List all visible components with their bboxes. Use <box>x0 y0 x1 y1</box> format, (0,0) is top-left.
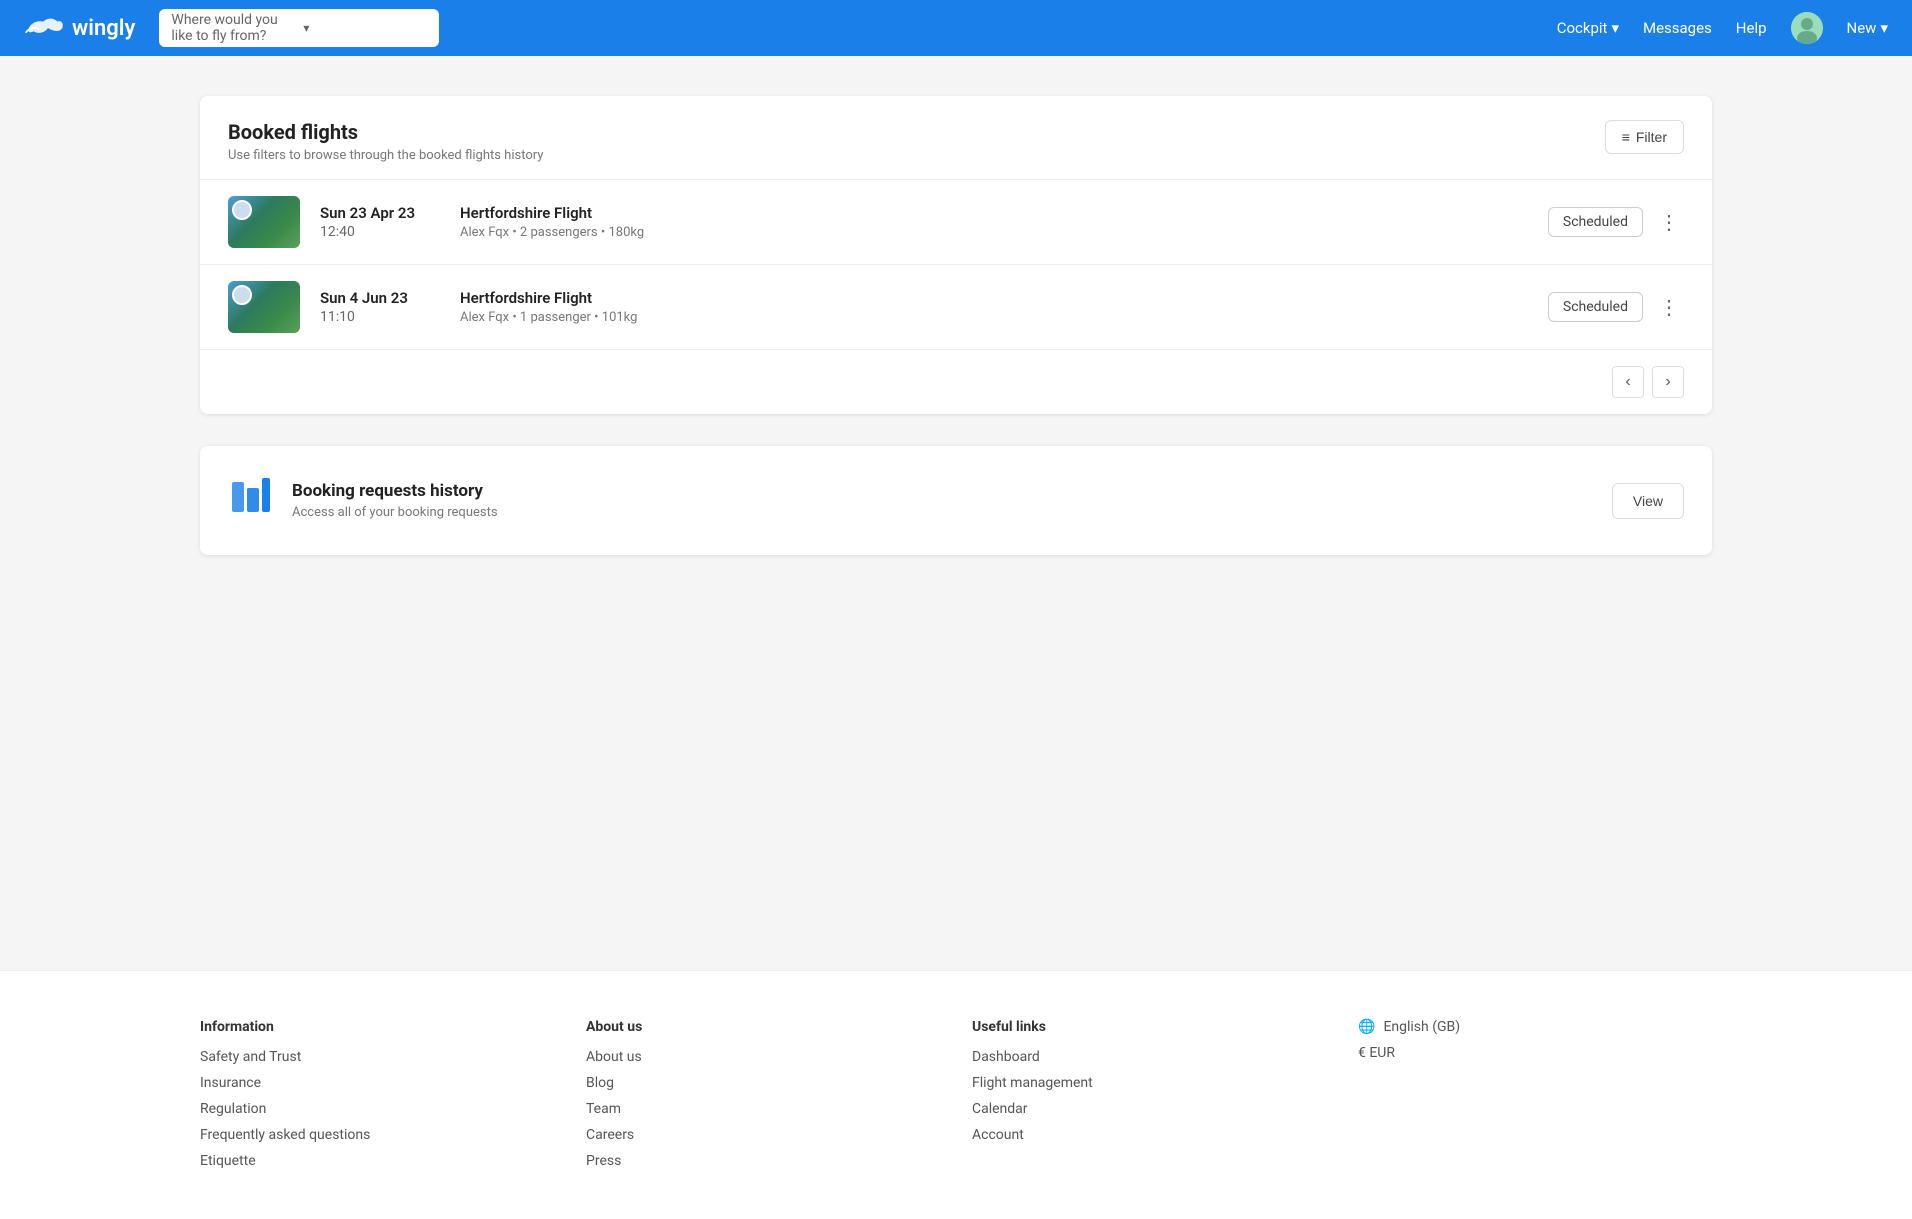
card-subtitle: Use filters to browse through the booked… <box>228 148 543 163</box>
footer-link-flight-management[interactable]: Flight management <box>972 1075 1326 1091</box>
flight-time: 12:40 <box>320 224 440 240</box>
footer-information-col: Information Safety and Trust Insurance R… <box>200 1019 554 1179</box>
logo[interactable]: wingly <box>24 14 135 42</box>
booking-icon <box>228 474 272 527</box>
footer-link-blog[interactable]: Blog <box>586 1075 940 1091</box>
status-badge: Scheduled <box>1548 292 1643 322</box>
flight-thumbnail-image <box>228 281 300 333</box>
flight-row: Sun 23 Apr 23 12:40 Hertfordshire Flight… <box>200 179 1712 264</box>
booked-flights-card: Booked flights Use filters to browse thr… <box>200 96 1712 414</box>
messages-nav[interactable]: Messages <box>1643 19 1712 37</box>
flight-info: Hertfordshire Flight Alex Fqx • 1 passen… <box>460 289 1528 325</box>
flight-status: Scheduled ⋮ <box>1548 207 1684 237</box>
filter-icon: ≡ <box>1622 129 1630 145</box>
language-label: English (GB) <box>1383 1019 1460 1035</box>
footer-link-account[interactable]: Account <box>972 1127 1326 1143</box>
flight-thumbnail-image <box>228 196 300 248</box>
search-bar[interactable]: Where would you like to fly from? ▾ <box>159 9 439 47</box>
flight-details: Alex Fqx • 2 passengers • 180kg <box>460 225 1528 240</box>
footer-link-safety[interactable]: Safety and Trust <box>200 1049 554 1065</box>
card-header: Booked flights Use filters to browse thr… <box>200 96 1712 179</box>
flight-row: Sun 4 Jun 23 11:10 Hertfordshire Flight … <box>200 264 1712 349</box>
card-footer: ‹ › <box>200 349 1712 414</box>
filter-button[interactable]: ≡ Filter <box>1605 120 1684 154</box>
chevron-down-icon: ▾ <box>1880 19 1888 37</box>
view-button[interactable]: View <box>1612 483 1684 519</box>
avatar[interactable] <box>1791 12 1823 44</box>
booking-title: Booking requests history <box>292 481 1592 501</box>
footer-link-etiquette[interactable]: Etiquette <box>200 1153 554 1169</box>
chevron-down-icon: ▾ <box>303 21 427 35</box>
footer-about-title: About us <box>586 1019 940 1035</box>
footer-link-press[interactable]: Press <box>586 1153 940 1169</box>
footer-link-faq[interactable]: Frequently asked questions <box>200 1127 554 1143</box>
flight-thumbnail <box>228 281 300 333</box>
header-nav: Cockpit ▾ Messages Help New ▾ <box>1557 12 1888 44</box>
globe-icon: 🌐 <box>1358 1019 1375 1035</box>
flight-details: Alex Fqx • 1 passenger • 101kg <box>460 310 1528 325</box>
avatar-image <box>1791 12 1823 44</box>
footer-link-careers[interactable]: Careers <box>586 1127 940 1143</box>
language-selector[interactable]: 🌐 English (GB) <box>1358 1019 1712 1035</box>
footer-useful-title: Useful links <box>972 1019 1326 1035</box>
currency-selector[interactable]: € EUR <box>1358 1045 1712 1061</box>
booking-requests-card: Booking requests history Access all of y… <box>200 446 1712 555</box>
logo-icon <box>24 14 64 42</box>
chevron-down-icon: ▾ <box>1611 19 1619 37</box>
footer-link-about[interactable]: About us <box>586 1049 940 1065</box>
flight-thumbnail <box>228 196 300 248</box>
more-options-button[interactable]: ⋮ <box>1655 208 1684 236</box>
booking-description: Access all of your booking requests <box>292 505 1592 520</box>
booking-requests-icon <box>228 474 272 518</box>
footer-link-insurance[interactable]: Insurance <box>200 1075 554 1091</box>
flight-info: Hertfordshire Flight Alex Fqx • 2 passen… <box>460 204 1528 240</box>
prev-page-button[interactable]: ‹ <box>1612 366 1644 398</box>
footer-grid: Information Safety and Trust Insurance R… <box>200 1019 1712 1179</box>
footer-link-regulation[interactable]: Regulation <box>200 1101 554 1117</box>
footer-information-title: Information <box>200 1019 554 1035</box>
flight-date-time: Sun 4 Jun 23 11:10 <box>320 289 440 325</box>
flight-name: Hertfordshire Flight <box>460 289 1528 307</box>
footer-useful-col: Useful links Dashboard Flight management… <box>972 1019 1326 1179</box>
flight-date: Sun 4 Jun 23 <box>320 289 440 307</box>
footer-link-team[interactable]: Team <box>586 1101 940 1117</box>
footer-link-dashboard[interactable]: Dashboard <box>972 1049 1326 1065</box>
footer-settings-col: 🌐 English (GB) € EUR <box>1358 1019 1712 1179</box>
flight-time: 11:10 <box>320 309 440 325</box>
status-badge: Scheduled <box>1548 207 1643 237</box>
footer-about-col: About us About us Blog Team Careers Pres… <box>586 1019 940 1179</box>
footer: Information Safety and Trust Insurance R… <box>0 970 1912 1219</box>
main-content: Booked flights Use filters to browse thr… <box>0 56 1912 930</box>
flight-name: Hertfordshire Flight <box>460 204 1528 222</box>
next-page-button[interactable]: › <box>1652 366 1684 398</box>
cockpit-nav[interactable]: Cockpit ▾ <box>1557 19 1619 37</box>
header: wingly Where would you like to fly from?… <box>0 0 1912 56</box>
footer-link-calendar[interactable]: Calendar <box>972 1101 1326 1117</box>
search-placeholder: Where would you like to fly from? <box>171 12 295 44</box>
help-nav[interactable]: Help <box>1736 19 1767 37</box>
flight-date-time: Sun 23 Apr 23 12:40 <box>320 204 440 240</box>
new-nav[interactable]: New ▾ <box>1847 19 1888 37</box>
logo-text: wingly <box>72 16 135 41</box>
booking-info: Booking requests history Access all of y… <box>292 481 1592 520</box>
card-title: Booked flights <box>228 120 543 144</box>
flight-status: Scheduled ⋮ <box>1548 292 1684 322</box>
more-options-button[interactable]: ⋮ <box>1655 293 1684 321</box>
flight-date: Sun 23 Apr 23 <box>320 204 440 222</box>
card-title-section: Booked flights Use filters to browse thr… <box>228 120 543 163</box>
